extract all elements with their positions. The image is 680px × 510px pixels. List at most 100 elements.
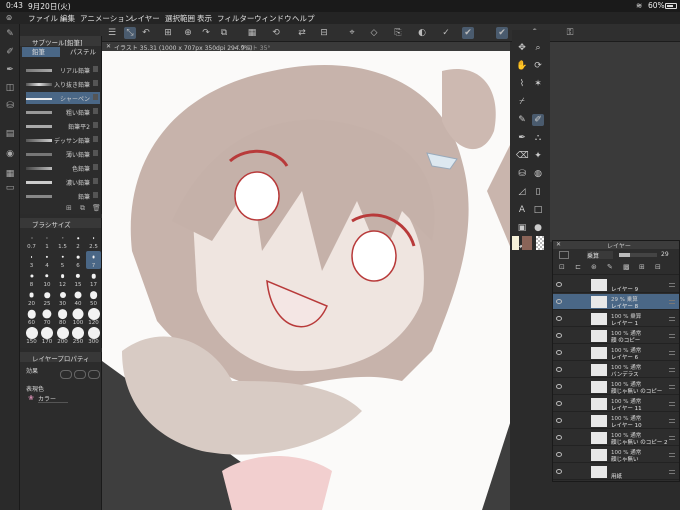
layer-row[interactable]: 100 % 通常 レイヤー 6 <box>553 345 679 361</box>
zoom-tool-icon[interactable]: ⌕ <box>532 42 544 54</box>
close-tab-icon[interactable]: ✕ <box>106 43 111 50</box>
layer-row[interactable]: レイヤー 9 <box>553 277 679 293</box>
effect-border-icon[interactable] <box>60 370 72 379</box>
layer-row[interactable]: 29 % 乗算 レイヤー 8 <box>553 294 679 310</box>
brush-size-option[interactable]: 15 <box>71 270 86 288</box>
quick-access-icon[interactable]: ⚿ <box>564 27 576 39</box>
transform-icon[interactable]: ⧉ <box>218 27 230 39</box>
menu-view[interactable]: 表示 <box>197 13 212 24</box>
brush-size-option[interactable]: 2.5 <box>86 232 101 250</box>
menu-help[interactable]: ヘルプ <box>292 13 315 24</box>
layer-option-icon[interactable] <box>559 251 569 259</box>
fill-icon[interactable]: ◐ <box>416 27 428 39</box>
layer-row[interactable]: 100 % 乗算 レイヤー 1 <box>553 311 679 327</box>
layer-row[interactable]: 用紙 <box>553 464 679 480</box>
material-icon[interactable]: ▦ <box>4 168 16 180</box>
brush-item[interactable]: 鉛筆平2 <box>26 120 100 132</box>
layer-icon[interactable]: ▤ <box>4 128 16 140</box>
brush-item[interactable]: デッサン鉛筆 <box>26 134 100 146</box>
transparent-color-chip[interactable] <box>536 236 544 250</box>
brush-size-option[interactable]: 120 <box>86 308 101 326</box>
menu-filter[interactable]: フィルター <box>217 13 254 24</box>
brush-size-option[interactable]: 6 <box>71 251 86 269</box>
drag-handle-icon[interactable] <box>669 419 675 423</box>
delete-subtool-icon[interactable]: 🗑 <box>92 204 101 212</box>
brush-size-option[interactable]: 80 <box>55 308 70 326</box>
eye-icon[interactable] <box>556 299 562 304</box>
brush-size-option[interactable]: 17 <box>86 270 101 288</box>
add-subtool-icon[interactable]: ⊞ <box>66 204 72 212</box>
tab-pastel[interactable]: パステル <box>60 47 100 57</box>
brush-size-option[interactable]: 200 <box>55 327 70 345</box>
undo-icon[interactable]: ↶ <box>140 27 152 39</box>
rotate-icon[interactable]: ⟲ <box>270 27 282 39</box>
pen-tool-icon[interactable]: ✎ <box>4 28 16 40</box>
brush-tool-icon[interactable]: ✒ <box>4 64 16 76</box>
brush-size-option[interactable]: 30 <box>55 289 70 307</box>
decoration-icon[interactable]: ● <box>532 222 544 234</box>
brush-size-option[interactable]: 4 <box>40 251 55 269</box>
fill-tool-icon[interactable]: ⛁ <box>4 100 16 112</box>
canvas-area[interactable] <box>102 51 510 510</box>
brush-size-option[interactable]: 170 <box>40 327 55 345</box>
mask-icon[interactable]: ▩ <box>623 263 630 271</box>
drag-handle-icon[interactable] <box>669 385 675 389</box>
select-icon[interactable]: ⊞ <box>162 27 174 39</box>
eraser-tool-icon[interactable]: ◫ <box>4 82 16 94</box>
brush-size-option[interactable]: 1.5 <box>55 232 70 250</box>
drag-handle-icon[interactable] <box>669 470 675 474</box>
brush-size-option[interactable]: 0.7 <box>24 232 39 250</box>
hand-icon[interactable]: ✋ <box>516 60 528 72</box>
fill-r-icon[interactable]: ⛁ <box>516 168 528 180</box>
menu-layer[interactable]: レイヤー <box>130 13 160 24</box>
layer-row[interactable]: 100 % 通常 レイヤー 10 <box>553 413 679 429</box>
brush-size-option[interactable]: 70 <box>40 308 55 326</box>
frame-icon[interactable]: ▯ <box>532 186 544 198</box>
menu-icon[interactable]: ☰ <box>106 27 118 39</box>
zoom-icon[interactable]: ⊕ <box>182 27 194 39</box>
eye-icon[interactable] <box>556 316 562 321</box>
brush-item[interactable]: リアル鉛筆 <box>26 64 100 76</box>
eye-icon[interactable] <box>556 367 562 372</box>
drag-handle-icon[interactable] <box>669 453 675 457</box>
drag-handle-icon[interactable] <box>669 300 675 304</box>
brush-size-option[interactable]: 1 <box>40 232 55 250</box>
brush-size-option[interactable]: 3 <box>24 251 39 269</box>
folder-icon[interactable]: ▭ <box>4 182 16 194</box>
opacity-slider[interactable] <box>619 253 657 257</box>
drag-handle-icon[interactable] <box>669 317 675 321</box>
figure-icon[interactable]: ◿ <box>516 186 528 198</box>
drag-handle-icon[interactable] <box>669 283 675 287</box>
magic-wand-icon[interactable]: ✶ <box>532 78 544 90</box>
eye-icon[interactable] <box>556 282 562 287</box>
layer-row[interactable]: 100 % 通常 顔じゃ無い <box>553 447 679 463</box>
layer-row[interactable]: 100 % 通常 顔じゃ無い のコピー <box>553 379 679 395</box>
text-tool-icon[interactable]: A <box>516 204 528 216</box>
brush-size-option[interactable]: 10 <box>40 270 55 288</box>
lock-icon[interactable]: ⊡ <box>559 263 565 271</box>
effect-tone-icon[interactable] <box>74 370 86 379</box>
eye-icon[interactable] <box>556 435 562 440</box>
eye-icon[interactable] <box>556 350 562 355</box>
copy-subtool-icon[interactable]: ⧉ <box>80 204 85 213</box>
brush-size-option[interactable]: 300 <box>86 327 101 345</box>
move-layer-icon[interactable]: ⤡ <box>124 27 136 39</box>
drag-handle-icon[interactable] <box>669 436 675 440</box>
pen-tool-r-icon[interactable]: ✎ <box>516 114 528 126</box>
brush-tool-r-icon[interactable]: ✒ <box>516 132 528 144</box>
drag-handle-icon[interactable] <box>669 351 675 355</box>
eye-icon[interactable] <box>556 384 562 389</box>
menu-file[interactable]: ファイル <box>28 13 58 24</box>
layer-row[interactable]: 100 % 通常 バンデラス <box>553 362 679 378</box>
ruler-icon[interactable]: ◇ <box>368 27 380 39</box>
brush-size-option[interactable]: 40 <box>71 289 86 307</box>
drag-handle-icon[interactable] <box>669 368 675 372</box>
brush-item[interactable]: 入り抜き鉛筆 <box>26 78 100 90</box>
brush-item[interactable]: 薄い鉛筆 <box>26 148 100 160</box>
brush-size-option[interactable]: 250 <box>71 327 86 345</box>
delete-layer-icon[interactable]: ⊟ <box>655 263 661 271</box>
drag-handle-icon[interactable] <box>669 334 675 338</box>
clip-layer-icon[interactable]: ⊏ <box>575 263 581 271</box>
lasso-icon[interactable]: ⌇ <box>516 78 528 90</box>
pencil-tool-icon[interactable]: ✐ <box>4 46 16 58</box>
